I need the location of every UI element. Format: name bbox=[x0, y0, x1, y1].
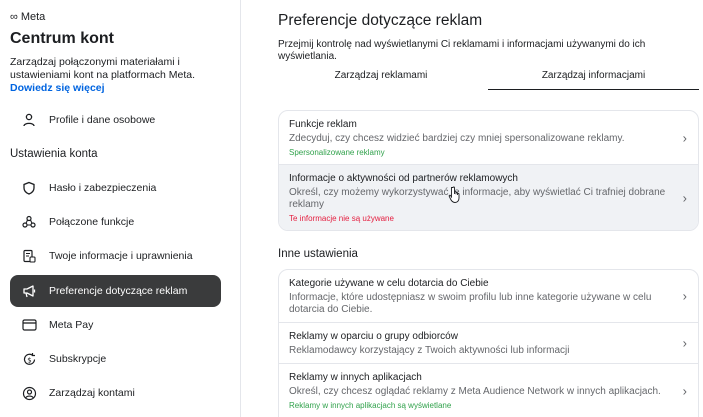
sidebar-item-label: Subskrypcje bbox=[49, 353, 107, 365]
status-text: Spersonalizowane reklamy bbox=[289, 148, 385, 157]
learn-more-link[interactable]: Dowiedz się więcej bbox=[10, 82, 105, 94]
sidebar-item-ad-preferences[interactable]: Preferencje dotyczące reklam bbox=[10, 275, 221, 307]
row-title: Reklamy w oparciu o grupy odbiorców bbox=[289, 331, 458, 342]
connected-people-icon bbox=[21, 214, 37, 230]
list-item-categories[interactable]: Kategorie używane w celu dotarcia do Cie… bbox=[279, 270, 698, 323]
row-description: Informacje, które udostępniasz w swoim p… bbox=[289, 292, 652, 315]
row-title: Reklamy w innych aplikacjach bbox=[289, 372, 422, 383]
meta-brand[interactable]: ∞ Meta bbox=[10, 11, 45, 23]
other-settings-card: Kategorie używane w celu dotarcia do Cie… bbox=[278, 269, 699, 417]
sidebar-item-connected-features[interactable]: Połączone funkcje bbox=[10, 206, 221, 238]
subscription-icon: $ bbox=[21, 351, 37, 367]
page-title: Preferencje dotyczące reklam bbox=[278, 12, 483, 29]
sidebar-description: Zarządzaj połączonymi materiałami i usta… bbox=[10, 56, 196, 81]
sidebar-item-password-security[interactable]: Hasło i zabezpieczenia bbox=[10, 172, 221, 204]
row-description: Określ, czy możemy wykorzystywać te info… bbox=[289, 187, 666, 210]
shield-icon bbox=[21, 180, 37, 196]
sidebar-item-meta-pay[interactable]: Meta Pay bbox=[10, 309, 221, 341]
account-settings-heading: Ustawienia konta bbox=[10, 148, 98, 160]
hand-cursor-icon bbox=[448, 186, 460, 203]
tab-manage-ads[interactable]: Zarządzaj reklamami bbox=[276, 70, 486, 90]
other-settings-heading: Inne ustawienia bbox=[278, 248, 358, 260]
status-text: Reklamy w innych aplikacjach są wyświetl… bbox=[289, 401, 452, 410]
row-description: Określ, czy chcesz oglądać reklamy z Met… bbox=[289, 386, 661, 397]
sidebar: ∞ Meta Centrum kont Zarządzaj połączonym… bbox=[0, 0, 241, 417]
chevron-right-icon: › bbox=[682, 288, 687, 304]
sidebar-item-label: Profile i dane osobowe bbox=[49, 114, 156, 126]
sidebar-item-label: Połączone funkcje bbox=[49, 216, 135, 228]
account-circle-icon bbox=[21, 385, 37, 401]
brand-name: Meta bbox=[20, 11, 46, 23]
ad-settings-card: Funkcje reklam Zdecyduj, czy chcesz widz… bbox=[278, 110, 699, 231]
chevron-right-icon: › bbox=[682, 130, 687, 145]
status-text: Te informacje nie są używane bbox=[289, 214, 394, 223]
megaphone-icon bbox=[21, 283, 37, 299]
row-description: Zdecyduj, czy chcesz widzieć bardziej cz… bbox=[289, 133, 625, 144]
svg-text:$: $ bbox=[27, 356, 31, 364]
chevron-right-icon: › bbox=[682, 383, 687, 398]
list-item-ads-in-other-apps[interactable]: Reklamy w innych aplikacjach Określ, czy… bbox=[279, 364, 698, 417]
info-document-icon bbox=[21, 248, 37, 264]
sidebar-item-profiles[interactable]: Profile i dane osobowe bbox=[10, 104, 221, 136]
sidebar-title: Centrum kont bbox=[10, 30, 114, 47]
row-title: Funkcje reklam bbox=[289, 119, 357, 130]
page-subtitle: Przejmij kontrolę nad wyświetlanymi Ci r… bbox=[278, 39, 646, 62]
person-icon bbox=[21, 112, 37, 128]
sidebar-item-manage-accounts[interactable]: Zarządzaj kontami bbox=[10, 377, 221, 409]
sidebar-item-label: Preferencje dotyczące reklam bbox=[49, 285, 188, 297]
list-item-ad-features[interactable]: Funkcje reklam Zdecyduj, czy chcesz widz… bbox=[279, 111, 698, 165]
row-title: Kategorie używane w celu dotarcia do Cie… bbox=[289, 278, 489, 289]
meta-logo-icon: ∞ bbox=[10, 11, 18, 23]
row-title: Informacje o aktywności od partnerów rek… bbox=[289, 173, 518, 184]
row-description: Reklamodawcy korzystający z Twoich aktyw… bbox=[289, 345, 570, 356]
sidebar-item-subscriptions[interactable]: $ Subskrypcje bbox=[10, 343, 221, 375]
list-item-partner-activity[interactable]: Informacje o aktywności od partnerów rek… bbox=[279, 165, 698, 230]
sidebar-item-label: Meta Pay bbox=[49, 319, 94, 331]
chevron-right-icon: › bbox=[682, 335, 687, 351]
credit-card-icon bbox=[21, 317, 37, 333]
sidebar-item-label: Twoje informacje i uprawnienia bbox=[49, 250, 193, 262]
tab-manage-information[interactable]: Zarządzaj informacjami bbox=[488, 70, 699, 90]
sidebar-item-label: Zarządzaj kontami bbox=[49, 387, 135, 399]
sidebar-item-label: Hasło i zabezpieczenia bbox=[49, 182, 157, 194]
list-item-audience-based-ads[interactable]: Reklamy w oparciu o grupy odbiorców Rekl… bbox=[279, 323, 698, 364]
chevron-right-icon: › bbox=[682, 190, 687, 205]
sidebar-item-your-information[interactable]: Twoje informacje i uprawnienia bbox=[10, 240, 221, 272]
